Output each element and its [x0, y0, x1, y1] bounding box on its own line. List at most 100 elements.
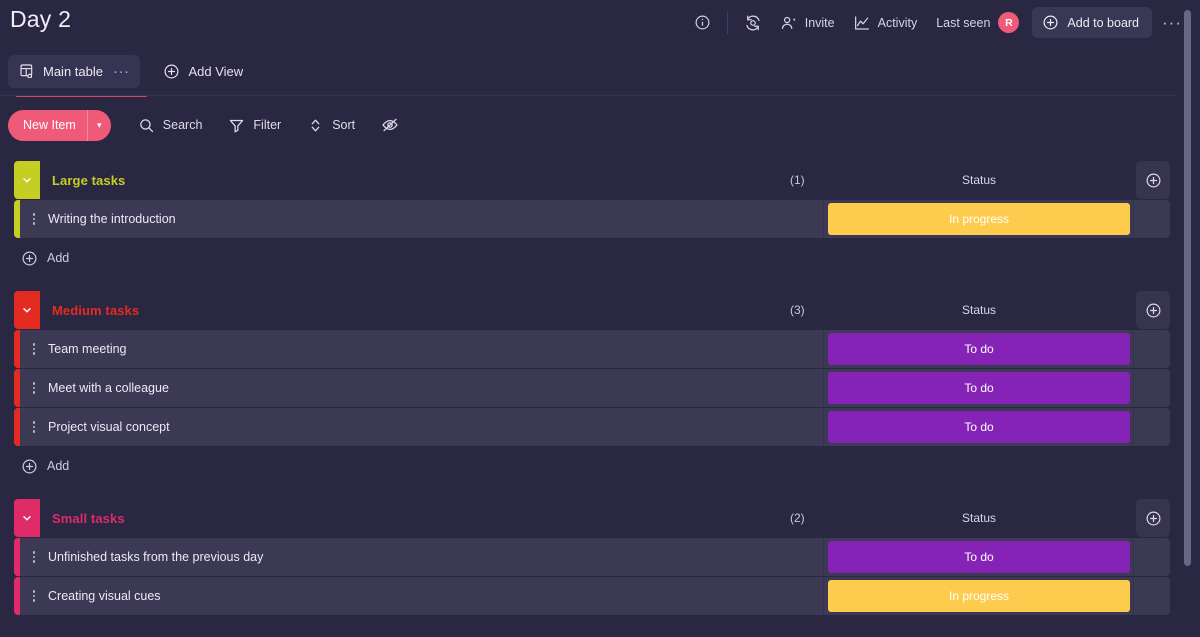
row-menu-icon[interactable] — [26, 369, 42, 407]
board-app: Day 2 — [0, 0, 1200, 637]
status-badge[interactable]: To do — [828, 372, 1130, 404]
group-collapse-toggle[interactable] — [14, 291, 40, 329]
group-header: Medium tasks (3) Status — [0, 290, 1200, 330]
status-badge[interactable]: In progress — [828, 203, 1130, 235]
column-header-status[interactable]: Status — [828, 511, 1130, 525]
vertical-scrollbar[interactable] — [1184, 10, 1191, 566]
sync-button[interactable] — [735, 8, 771, 38]
activity-button[interactable]: Activity — [844, 8, 927, 38]
chevron-down-icon[interactable]: ▾ — [87, 110, 111, 141]
add-item-label: Add — [47, 251, 69, 265]
status-badge[interactable]: In progress — [828, 580, 1130, 612]
cell-divider — [823, 408, 824, 446]
filter-label: Filter — [253, 118, 281, 132]
tabs-divider — [0, 95, 1176, 96]
status-badge[interactable]: To do — [828, 333, 1130, 365]
row-title[interactable]: Creating visual cues — [48, 589, 161, 603]
board-group: Small tasks (2) Status Unfinished tasks … — [0, 498, 1200, 615]
activity-label: Activity — [878, 16, 918, 30]
plus-circle-icon — [1042, 14, 1059, 31]
empty-cell[interactable] — [1136, 408, 1170, 446]
add-item-button[interactable]: Add — [0, 239, 1200, 277]
hide-columns-button[interactable] — [370, 110, 418, 141]
add-item-button[interactable]: Add — [0, 447, 1200, 485]
plus-circle-icon — [21, 458, 38, 475]
column-header-status[interactable]: Status — [828, 173, 1130, 187]
empty-cell[interactable] — [1136, 200, 1170, 238]
column-header-status[interactable]: Status — [828, 303, 1130, 317]
empty-cell[interactable] — [1136, 538, 1170, 576]
cell-divider — [823, 538, 824, 576]
filter-button[interactable]: Filter — [217, 110, 292, 141]
tab-main-table-label: Main table — [43, 64, 103, 79]
group-item-count: (2) — [790, 511, 805, 525]
group-title[interactable]: Large tasks — [52, 173, 125, 188]
sort-button[interactable]: Sort — [296, 110, 366, 141]
row-title[interactable]: Meet with a colleague — [48, 381, 169, 395]
table-row[interactable]: Team meeting To do — [0, 330, 1200, 368]
plus-circle-icon — [163, 63, 180, 80]
cell-divider — [1133, 200, 1134, 238]
last-seen-button[interactable]: Last seen R — [926, 8, 1025, 38]
add-column-button[interactable] — [1136, 291, 1170, 329]
action-bar: New Item ▾ Search Filter — [0, 105, 1200, 145]
cell-divider — [1133, 330, 1134, 368]
row-menu-icon[interactable] — [26, 408, 42, 446]
board-group: Large tasks (1) Status Writing the intro… — [0, 160, 1200, 290]
row-title[interactable]: Project visual concept — [48, 420, 170, 434]
plus-circle-icon — [21, 250, 38, 267]
empty-cell[interactable] — [1136, 330, 1170, 368]
row-menu-icon[interactable] — [26, 538, 42, 576]
status-badge[interactable]: To do — [828, 411, 1130, 443]
row-title[interactable]: Team meeting — [48, 342, 127, 356]
chevron-down-icon — [21, 174, 33, 186]
table-row[interactable]: Project visual concept To do — [0, 408, 1200, 446]
group-collapse-toggle[interactable] — [14, 161, 40, 199]
group-header: Large tasks (1) Status — [0, 160, 1200, 200]
cell-divider — [1133, 538, 1134, 576]
group-title[interactable]: Small tasks — [52, 511, 125, 526]
toolbar-divider — [727, 12, 728, 34]
avatar[interactable]: R — [998, 12, 1019, 33]
row-menu-icon[interactable] — [26, 577, 42, 615]
info-button[interactable] — [685, 8, 720, 38]
new-item-button[interactable]: New Item ▾ — [8, 110, 111, 141]
status-badge[interactable]: To do — [828, 541, 1130, 573]
info-circle-icon — [694, 14, 711, 31]
row-menu-icon[interactable] — [26, 200, 42, 238]
group-header: Small tasks (2) Status — [0, 498, 1200, 538]
row-title[interactable]: Writing the introduction — [48, 212, 176, 226]
cell-divider — [823, 200, 824, 238]
table-row[interactable]: Writing the introduction In progress — [0, 200, 1200, 238]
add-view-label: Add View — [188, 64, 243, 79]
group-collapse-toggle[interactable] — [14, 499, 40, 537]
cell-divider — [823, 369, 824, 407]
sync-refresh-icon — [744, 14, 762, 32]
tab-options-icon[interactable]: ··· — [113, 63, 130, 80]
last-seen-label: Last seen — [936, 16, 990, 30]
page-title: Day 2 — [10, 6, 71, 33]
table-row[interactable]: Meet with a colleague To do — [0, 369, 1200, 407]
empty-cell[interactable] — [1136, 577, 1170, 615]
invite-button[interactable]: Invite — [771, 8, 844, 38]
row-title[interactable]: Unfinished tasks from the previous day — [48, 550, 263, 564]
invite-label: Invite — [805, 16, 835, 30]
add-to-board-button[interactable]: Add to board — [1032, 7, 1152, 38]
new-item-label: New Item — [8, 110, 87, 141]
add-column-button[interactable] — [1136, 499, 1170, 537]
row-menu-icon[interactable] — [26, 330, 42, 368]
add-column-button[interactable] — [1136, 161, 1170, 199]
cell-divider — [1133, 577, 1134, 615]
empty-cell[interactable] — [1136, 369, 1170, 407]
search-button[interactable]: Search — [127, 110, 214, 141]
search-label: Search — [163, 118, 203, 132]
add-view-button[interactable]: Add View — [153, 55, 253, 88]
group-spacer — [0, 485, 1200, 498]
activity-chart-icon — [853, 14, 871, 32]
table-row[interactable]: Unfinished tasks from the previous day T… — [0, 538, 1200, 576]
group-title[interactable]: Medium tasks — [52, 303, 139, 318]
table-row[interactable]: Creating visual cues In progress — [0, 577, 1200, 615]
chevron-down-icon — [21, 304, 33, 316]
top-bar: Day 2 — [0, 0, 1200, 45]
tab-main-table[interactable]: Main table ··· — [8, 55, 140, 88]
